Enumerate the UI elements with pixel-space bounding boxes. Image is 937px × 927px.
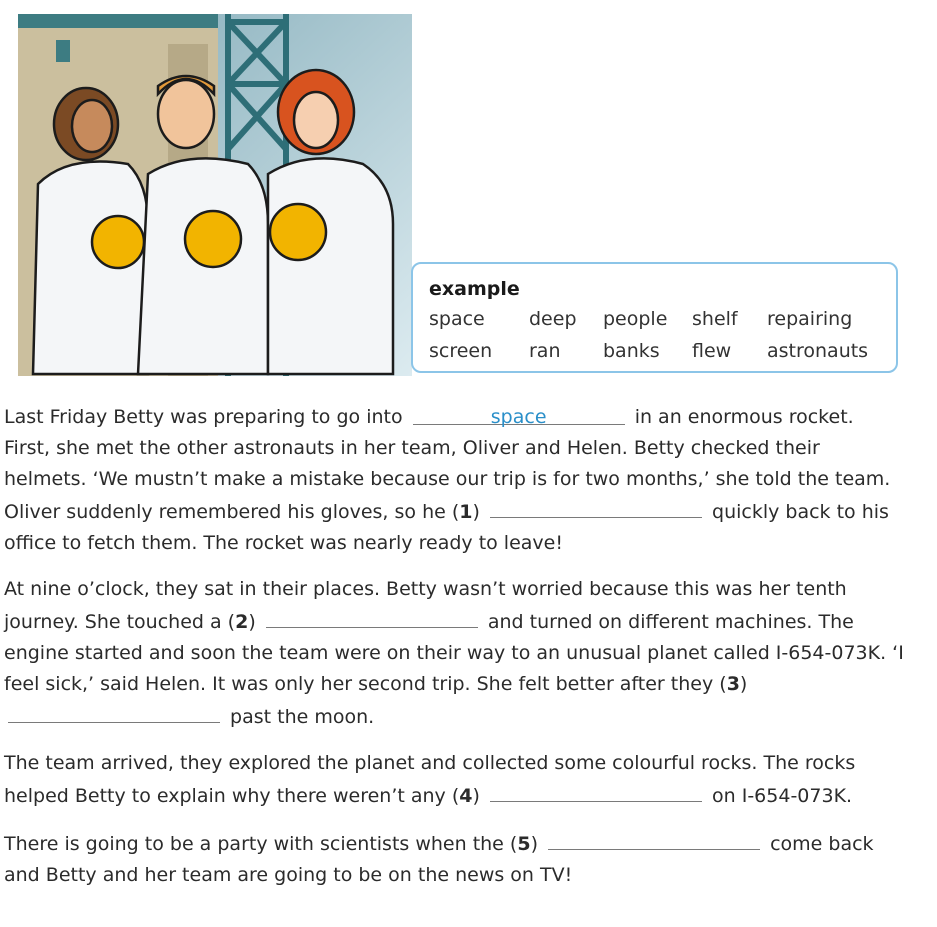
text-span: )	[472, 501, 480, 523]
text-span: on I-654-073K.	[712, 785, 853, 807]
answer-blank-5[interactable]	[548, 827, 761, 850]
text-span: )	[248, 611, 256, 633]
answer-blank-1[interactable]	[489, 495, 702, 518]
paragraph-2: At nine o’clock, they sat in their place…	[4, 574, 904, 733]
question-number-1: 1	[459, 501, 473, 523]
answer-blank-2[interactable]	[265, 605, 478, 628]
text-span: )	[472, 785, 480, 807]
question-number-5: 5	[517, 833, 531, 855]
example-answer: space	[490, 406, 547, 428]
word-option: screen	[429, 340, 493, 362]
question-number-3: 3	[726, 673, 740, 695]
text-span: (	[719, 673, 727, 695]
word-option: people	[603, 308, 668, 330]
word-option: astronauts	[767, 340, 869, 362]
word-option: ran	[529, 340, 561, 362]
word-box-title: example	[429, 278, 520, 300]
text-span: )	[530, 833, 538, 855]
text-span: )	[739, 673, 748, 695]
example-blank: space	[412, 402, 625, 428]
text-span: There is going to be a party with scient…	[4, 833, 518, 855]
question-number-4: 4	[459, 785, 473, 807]
answer-blank-4[interactable]	[489, 779, 702, 802]
text-span: past the moon.	[230, 706, 375, 728]
paragraph-3: The team arrived, they explored the plan…	[4, 748, 904, 812]
question-number-2: 2	[235, 611, 249, 633]
word-option: banks	[603, 340, 660, 362]
word-box: example space deep people shelf repairin…	[411, 262, 898, 373]
word-option: repairing	[767, 308, 853, 330]
word-option: space	[429, 308, 485, 330]
passage: Last Friday Betty was preparing to go in…	[4, 402, 904, 906]
paragraph-4: There is going to be a party with scient…	[4, 827, 904, 891]
word-option: flew	[692, 340, 732, 362]
answer-blank-3[interactable]	[8, 700, 220, 723]
astronauts-illustration	[18, 14, 412, 376]
word-option: deep	[529, 308, 577, 330]
word-option: shelf	[692, 308, 738, 330]
text-span: Last Friday Betty was preparing to go in…	[4, 406, 403, 428]
paragraph-1: Last Friday Betty was preparing to go in…	[4, 402, 904, 559]
